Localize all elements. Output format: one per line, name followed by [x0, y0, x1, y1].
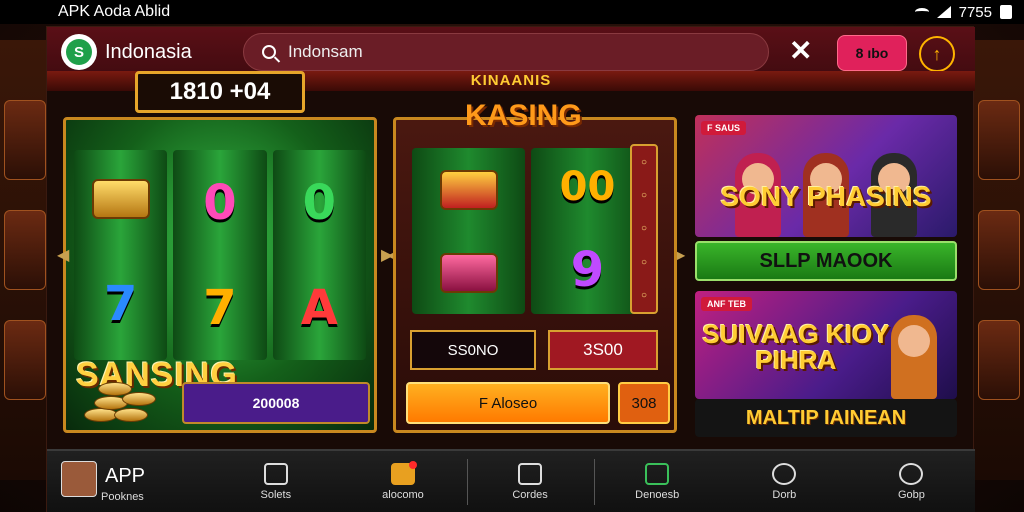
promo-card-1[interactable]: F SAUS SONY PHASINS — [695, 115, 957, 237]
app-thumbnail — [61, 461, 97, 497]
reel-area: 00 9 — [412, 148, 644, 314]
search-bar[interactable] — [243, 33, 769, 71]
decor-right-machines — [974, 40, 1024, 480]
avatar — [891, 315, 937, 399]
payline-bar: ○ ○ ○ ○ ○ — [630, 144, 658, 314]
nav-item-alocomo[interactable]: alocomo — [339, 451, 466, 512]
nav-item-denoesb[interactable]: Denoesb — [593, 451, 721, 512]
bottom-nav: APP Pooknes Solets alocomo Cordes Denoes… — [47, 449, 975, 512]
payline-marker: ○ — [640, 190, 648, 202]
payline-marker: ○ — [640, 256, 648, 268]
nav-app-label: APP — [105, 465, 146, 487]
reel-symbol: 0 — [302, 174, 337, 231]
reel: 00 9 — [531, 148, 644, 314]
ticket-icon — [439, 252, 498, 293]
status-app-name: APK Aoda Ablid — [58, 3, 171, 20]
ticket-icon — [439, 169, 498, 210]
search-input[interactable] — [288, 42, 728, 62]
slot2-bet-button[interactable]: 308 — [618, 382, 670, 424]
search-icon — [262, 45, 276, 59]
logo-icon: S — [66, 39, 92, 65]
win-display: 3S00 — [548, 330, 658, 370]
nav-label: Solets — [260, 489, 292, 501]
slot1-action-button[interactable]: 200008 — [182, 382, 370, 424]
reel-area: 7 0 7 0 A — [74, 150, 366, 360]
nav-item-cordes[interactable]: Cordes — [466, 451, 594, 512]
reel: 0 A — [272, 150, 366, 360]
treasure-chest-icon — [91, 178, 150, 219]
wifi-icon — [914, 8, 929, 16]
reel-symbol: 7 — [103, 275, 138, 332]
nav-item-gobp[interactable]: Gobp — [848, 451, 975, 512]
star-icon — [645, 463, 670, 485]
bird-icon — [772, 463, 797, 485]
promo-title: SUIVAAG KIOY PIHRA — [702, 319, 890, 375]
reel-symbol: 9 — [570, 242, 605, 298]
battery-icon — [1000, 5, 1012, 19]
nav-app-sub: Pooknes — [101, 491, 144, 503]
signal-icon — [936, 6, 951, 18]
promo-tag: ANF TEB — [701, 297, 752, 311]
nav-label: Denoesb — [635, 489, 680, 501]
reel: 0 7 — [173, 150, 267, 360]
payline-marker: ○ — [640, 157, 648, 169]
bet-display: SS0NO — [410, 330, 536, 370]
slot2-title: KASING — [465, 99, 582, 132]
decor-left-machines — [0, 40, 50, 480]
jackpot-plaque: 1810 +04 — [135, 71, 305, 113]
reel-symbol: 0 — [203, 174, 237, 231]
deposit-button[interactable]: 8 ıbo — [837, 35, 907, 71]
promo-card-2[interactable]: ANF TEB SUIVAAG KIOY PIHRA — [695, 291, 957, 399]
chevron-left-icon[interactable]: ◀ — [57, 245, 69, 265]
app-window: S Indonasia ✕ 8 ıbo ↑ KINAANIS 7 0 7 — [46, 26, 975, 512]
payline-marker: ○ — [640, 223, 648, 235]
profile-icon — [899, 463, 924, 485]
nav-item-solets[interactable]: Solets — [212, 451, 339, 512]
reel: 7 — [74, 150, 168, 360]
cards-icon — [518, 463, 543, 485]
nav-item-dorb[interactable]: Dorb — [721, 451, 848, 512]
coins-icon — [84, 368, 156, 424]
notification-dot — [408, 461, 417, 469]
promo-title: SONY PHASINS — [720, 181, 932, 212]
nav-app[interactable]: APP Pooknes — [47, 451, 212, 512]
reel-symbol: A — [300, 279, 338, 336]
screen: APK Aoda Ablid 7755 S Indonasia ✕ 8 ıbo … — [0, 0, 1024, 512]
promo1-button[interactable]: SLLP MAOOK — [695, 241, 957, 281]
nav-label: alocomo — [382, 489, 424, 501]
status-time: 7755 — [958, 3, 992, 21]
reel-symbol: 7 — [203, 279, 237, 336]
brand-name: Indonasia — [105, 41, 192, 63]
slot-game-card-2[interactable]: 00 9 ○ ○ ○ ○ ○ SS0NO 3S00 F Aloseo 308 — [393, 117, 677, 433]
reel-symbol: 00 — [559, 164, 616, 210]
slot2-play-button[interactable]: F Aloseo — [406, 382, 610, 424]
nav-label: Gobp — [897, 489, 925, 501]
brand-logo[interactable]: S — [61, 34, 97, 70]
slot-game-card-1[interactable]: 7 0 7 0 A SANSING 200008 — [63, 117, 377, 433]
promo2-banner[interactable]: MALTIP IAINEAN — [695, 399, 957, 437]
payline-marker: ○ — [640, 289, 648, 301]
nav-label: Dorb — [772, 489, 797, 501]
promo-icon — [390, 461, 417, 485]
slots-icon — [263, 463, 288, 485]
reel — [412, 148, 525, 314]
nav-label: Cordes — [512, 489, 548, 501]
close-icon[interactable]: ✕ — [789, 37, 812, 65]
status-bar: APK Aoda Ablid 7755 — [0, 0, 1024, 24]
promo-tag: F SAUS — [701, 121, 747, 135]
bolt-icon[interactable]: ↑ — [919, 36, 955, 72]
